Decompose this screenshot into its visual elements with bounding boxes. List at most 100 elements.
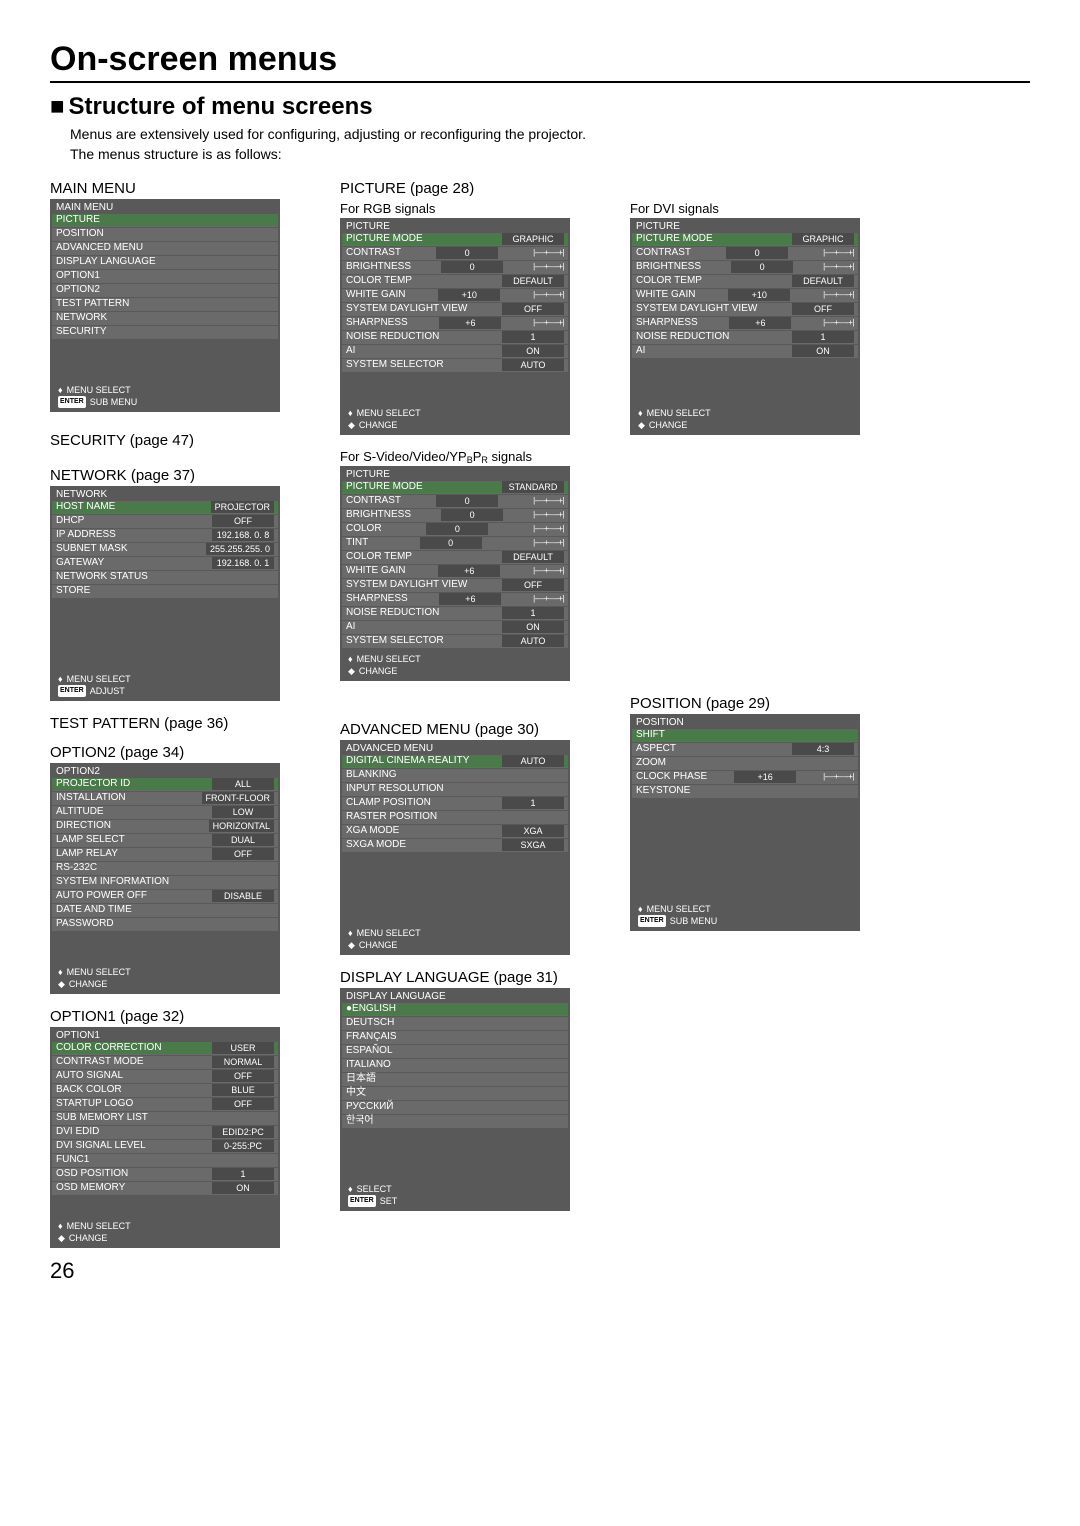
menu-row[interactable]: RASTER POSITION <box>342 811 568 824</box>
menu-row[interactable]: COLOR TEMPDEFAULT <box>342 275 568 288</box>
menu-row[interactable]: ZOOM <box>632 757 858 770</box>
menu-row[interactable]: WHITE GAIN+10 |-—+—-+| <box>342 289 568 302</box>
menu-row[interactable]: AION <box>632 345 858 358</box>
menu-row[interactable]: LAMP SELECTDUAL <box>52 834 278 847</box>
menu-row[interactable]: SYSTEM SELECTORAUTO <box>342 635 568 648</box>
menu-row[interactable]: WHITE GAIN+6 |-—+—-+| <box>342 565 568 578</box>
menu-row[interactable]: AION <box>342 345 568 358</box>
menu-row[interactable]: RS-232C <box>52 862 278 875</box>
menu-row[interactable]: DVI SIGNAL LEVEL0-255:PC <box>52 1140 278 1153</box>
menu-row[interactable]: BACK COLORBLUE <box>52 1084 278 1097</box>
menu-row[interactable]: ●ENGLISH <box>342 1003 568 1016</box>
menu-row[interactable]: DISPLAY LANGUAGE <box>52 256 278 269</box>
menu-row[interactable]: PICTURE MODEGRAPHIC <box>632 233 858 246</box>
menu-row[interactable]: SYSTEM DAYLIGHT VIEWOFF <box>342 303 568 316</box>
page-number: 26 <box>50 1258 310 1284</box>
menu-row[interactable]: COLOR CORRECTIONUSER <box>52 1042 278 1055</box>
updown-icon: ♦ <box>348 407 353 419</box>
menu-row[interactable]: SUBNET MASK255.255.255. 0 <box>52 543 278 556</box>
menu-row[interactable]: XGA MODEXGA <box>342 825 568 838</box>
menu-row[interactable]: WHITE GAIN+10 |-—+—-+| <box>632 289 858 302</box>
menu-row[interactable]: NETWORK <box>52 312 278 325</box>
menu-row[interactable]: AUTO SIGNALOFF <box>52 1070 278 1083</box>
menu-row[interactable]: ADVANCED MENU <box>52 242 278 255</box>
menu-row[interactable]: ASPECT4:3 <box>632 743 858 756</box>
menu-row[interactable]: SYSTEM DAYLIGHT VIEWOFF <box>632 303 858 316</box>
menu-row[interactable]: NOISE REDUCTION1 <box>342 607 568 620</box>
menu-row[interactable]: 日本語 <box>342 1073 568 1086</box>
menu-row[interactable]: NOISE REDUCTION1 <box>632 331 858 344</box>
menu-row[interactable]: SYSTEM DAYLIGHT VIEWOFF <box>342 579 568 592</box>
menu-row[interactable]: TEST PATTERN <box>52 298 278 311</box>
menu-row[interactable]: PICTURE MODEGRAPHIC <box>342 233 568 246</box>
menu-row[interactable]: SHIFT <box>632 729 858 742</box>
menu-row[interactable]: BRIGHTNESS0 |-—+—-+| <box>632 261 858 274</box>
menu-row[interactable]: SHARPNESS+6 |-—+—-+| <box>342 317 568 330</box>
menu-row[interactable]: SYSTEM INFORMATION <box>52 876 278 889</box>
updown-icon: ♦ <box>58 673 63 685</box>
menu-row[interactable]: COLOR TEMPDEFAULT <box>342 551 568 564</box>
menu-row[interactable]: 한국어 <box>342 1115 568 1128</box>
option2-label: OPTION2 (page 34) <box>50 744 310 761</box>
menu-row[interactable]: OSD POSITION1 <box>52 1168 278 1181</box>
menu-row[interactable]: SHARPNESS+6 |-—+—-+| <box>342 593 568 606</box>
menu-row[interactable]: DHCPOFF <box>52 515 278 528</box>
menu-row[interactable]: BRIGHTNESS0 |-—+—-+| <box>342 509 568 522</box>
updown-icon: ♦ <box>58 966 63 978</box>
menu-row[interactable]: BRIGHTNESS0 |-—+—-+| <box>342 261 568 274</box>
menu-row[interactable]: COLOR0 |-—+—-+| <box>342 523 568 536</box>
menu-row[interactable]: OPTION1 <box>52 270 278 283</box>
menu-row[interactable]: ITALIANO <box>342 1059 568 1072</box>
menu-row[interactable]: FRANÇAIS <box>342 1031 568 1044</box>
menu-row[interactable]: DIGITAL CINEMA REALITYAUTO <box>342 755 568 768</box>
menu-row[interactable]: CONTRAST0 |-—+—-+| <box>342 247 568 260</box>
menu-row[interactable]: OSD MEMORYON <box>52 1182 278 1195</box>
leftright-icon: ◆ <box>58 978 65 990</box>
menu-row[interactable]: PICTURE <box>52 214 278 227</box>
menu-row[interactable]: DIRECTIONHORIZONTAL <box>52 820 278 833</box>
menu-row[interactable]: CONTRAST0 |-—+—-+| <box>632 247 858 260</box>
menu-row[interactable]: LAMP RELAYOFF <box>52 848 278 861</box>
menu-row[interactable]: POSITION <box>52 228 278 241</box>
menu-row[interactable]: TINT0 |-—+—-+| <box>342 537 568 550</box>
menu-row[interactable]: SXGA MODESXGA <box>342 839 568 852</box>
menu-row[interactable]: DATE AND TIME <box>52 904 278 917</box>
menu-row[interactable]: 中文 <box>342 1087 568 1100</box>
menu-row[interactable]: AION <box>342 621 568 634</box>
menu-row[interactable]: STORE <box>52 585 278 598</box>
menu-row[interactable]: NETWORK STATUS <box>52 571 278 584</box>
menu-row[interactable]: CONTRAST0 |-—+—-+| <box>342 495 568 508</box>
menu-row[interactable]: GATEWAY192.168. 0. 1 <box>52 557 278 570</box>
menu-row[interactable]: CLOCK PHASE+16 |-—+—-+| <box>632 771 858 784</box>
menu-row[interactable]: PICTURE MODESTANDARD <box>342 481 568 494</box>
menu-row[interactable]: SHARPNESS+6 |-—+—-+| <box>632 317 858 330</box>
picture-label: PICTURE (page 28) <box>340 180 600 197</box>
updown-icon: ♦ <box>638 407 643 419</box>
menu-row[interactable]: COLOR TEMPDEFAULT <box>632 275 858 288</box>
menu-row[interactable]: AUTO POWER OFFDISABLE <box>52 890 278 903</box>
menu-row[interactable]: РУССКИЙ <box>342 1101 568 1114</box>
menu-row[interactable]: BLANKING <box>342 769 568 782</box>
menu-row[interactable]: SECURITY <box>52 326 278 339</box>
menu-row[interactable]: CONTRAST MODENORMAL <box>52 1056 278 1069</box>
menu-row[interactable]: HOST NAMEPROJECTOR <box>52 501 278 514</box>
menu-row[interactable]: INSTALLATIONFRONT-FLOOR <box>52 792 278 805</box>
menu-row[interactable]: PROJECTOR IDALL <box>52 778 278 791</box>
menu-row[interactable]: DVI EDIDEDID2:PC <box>52 1126 278 1139</box>
menu-row[interactable]: CLAMP POSITION1 <box>342 797 568 810</box>
menu-row[interactable]: KEYSTONE <box>632 785 858 798</box>
menu-row[interactable]: INPUT RESOLUTION <box>342 783 568 796</box>
menu-row[interactable]: IP ADDRESS192.168. 0. 8 <box>52 529 278 542</box>
menu-row[interactable]: PASSWORD <box>52 918 278 931</box>
menu-row[interactable]: DEUTSCH <box>342 1017 568 1030</box>
menu-row[interactable]: ESPAÑOL <box>342 1045 568 1058</box>
menu-row[interactable]: OPTION2 <box>52 284 278 297</box>
menu-row[interactable]: FUNC1 <box>52 1154 278 1167</box>
section-title: Structure of menu screens <box>50 93 1030 121</box>
menu-row[interactable]: NOISE REDUCTION1 <box>342 331 568 344</box>
menu-row[interactable]: ALTITUDELOW <box>52 806 278 819</box>
menu-row[interactable]: STARTUP LOGOOFF <box>52 1098 278 1111</box>
page-title: On-screen menus <box>50 40 1030 83</box>
menu-row[interactable]: SUB MEMORY LIST <box>52 1112 278 1125</box>
menu-row[interactable]: SYSTEM SELECTORAUTO <box>342 359 568 372</box>
